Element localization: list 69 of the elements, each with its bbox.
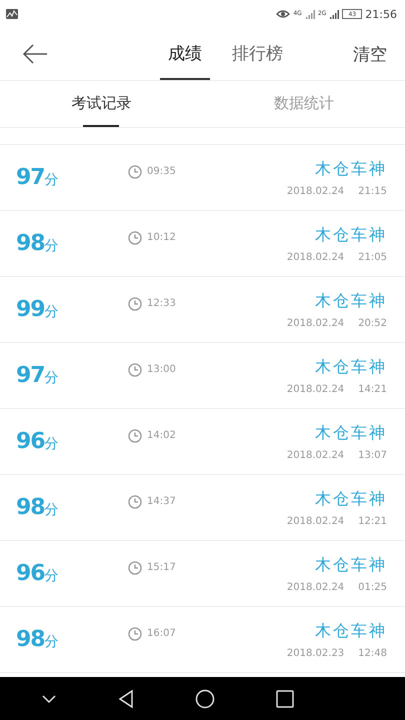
score: 98 (16, 495, 45, 520)
score-unit: 分 (44, 435, 59, 453)
record-date: 2018.02.24 (286, 450, 344, 460)
score: 97 (16, 363, 45, 388)
user-name: 木仓车神 (315, 554, 387, 576)
tab[interactable]: 排行榜 (224, 28, 291, 80)
signal-icon (329, 9, 340, 19)
tab[interactable]: 成绩 (160, 28, 210, 80)
activity-icon (6, 9, 18, 19)
record-time: 20:52 (358, 318, 387, 328)
clock-icon (128, 494, 142, 508)
record-time: 01:25 (358, 582, 387, 592)
score: 98 (16, 231, 45, 256)
record-date: 2018.02.24 (286, 186, 344, 196)
record-date: 2018.02.24 (286, 516, 344, 526)
user-name: 木仓车神 (315, 356, 387, 378)
duration: 14:02 (147, 430, 176, 441)
user-name: 木仓车神 (315, 488, 387, 510)
home-icon[interactable] (195, 688, 216, 708)
clock-icon (128, 362, 142, 376)
score: 97 (16, 165, 45, 190)
record-date: 2018.02.24 (286, 384, 344, 394)
signal-icon (304, 9, 315, 19)
duration: 14:37 (147, 496, 176, 507)
collapse-icon[interactable] (40, 694, 57, 704)
user-name: 木仓车神 (315, 158, 387, 180)
clock-icon (128, 626, 142, 640)
user-name: 木仓车神 (315, 224, 387, 246)
score-unit: 分 (44, 303, 59, 321)
record-time: 12:21 (358, 516, 387, 526)
clock-icon (128, 230, 142, 244)
record-time: 13:07 (358, 450, 387, 460)
sub-tab[interactable]: 考试记录 (71, 81, 132, 127)
score: 98 (16, 627, 45, 652)
score: 96 (16, 429, 45, 454)
eye-icon (276, 9, 290, 19)
score-unit: 分 (44, 567, 59, 585)
score-unit: 分 (44, 369, 59, 387)
score-unit: 分 (44, 501, 59, 519)
clear-button[interactable]: 清空 (353, 42, 387, 66)
score-unit: 分 (44, 633, 59, 651)
record-time: 21:05 (358, 252, 387, 262)
clock-time: 21:56 (365, 8, 397, 20)
duration: 10:12 (147, 232, 176, 243)
clock-icon (128, 428, 142, 442)
user-name: 木仓车神 (315, 290, 387, 312)
duration: 13:00 (147, 364, 176, 375)
clock-icon (128, 296, 142, 310)
duration: 12:33 (147, 298, 176, 309)
record-time: 14:21 (358, 384, 387, 394)
user-name: 木仓车神 (315, 620, 387, 642)
duration: 15:17 (147, 562, 176, 573)
user-name: 木仓车神 (315, 422, 387, 444)
back-icon[interactable] (22, 44, 48, 64)
score: 99 (16, 297, 45, 322)
duration: 16:07 (147, 628, 176, 639)
record-date: 2018.02.23 (286, 648, 344, 658)
score-unit: 分 (44, 171, 59, 189)
score-unit: 分 (44, 237, 59, 255)
record-time: 21:15 (358, 186, 387, 196)
record-date: 2018.02.24 (286, 318, 344, 328)
record-date: 2018.02.24 (286, 252, 344, 262)
clock-icon (128, 164, 142, 178)
recents-icon[interactable] (276, 690, 294, 708)
clock-icon (128, 560, 142, 574)
record-date: 2018.02.24 (286, 582, 344, 592)
duration: 09:35 (147, 166, 176, 177)
record-time: 12:48 (358, 648, 387, 658)
score: 96 (16, 561, 45, 586)
